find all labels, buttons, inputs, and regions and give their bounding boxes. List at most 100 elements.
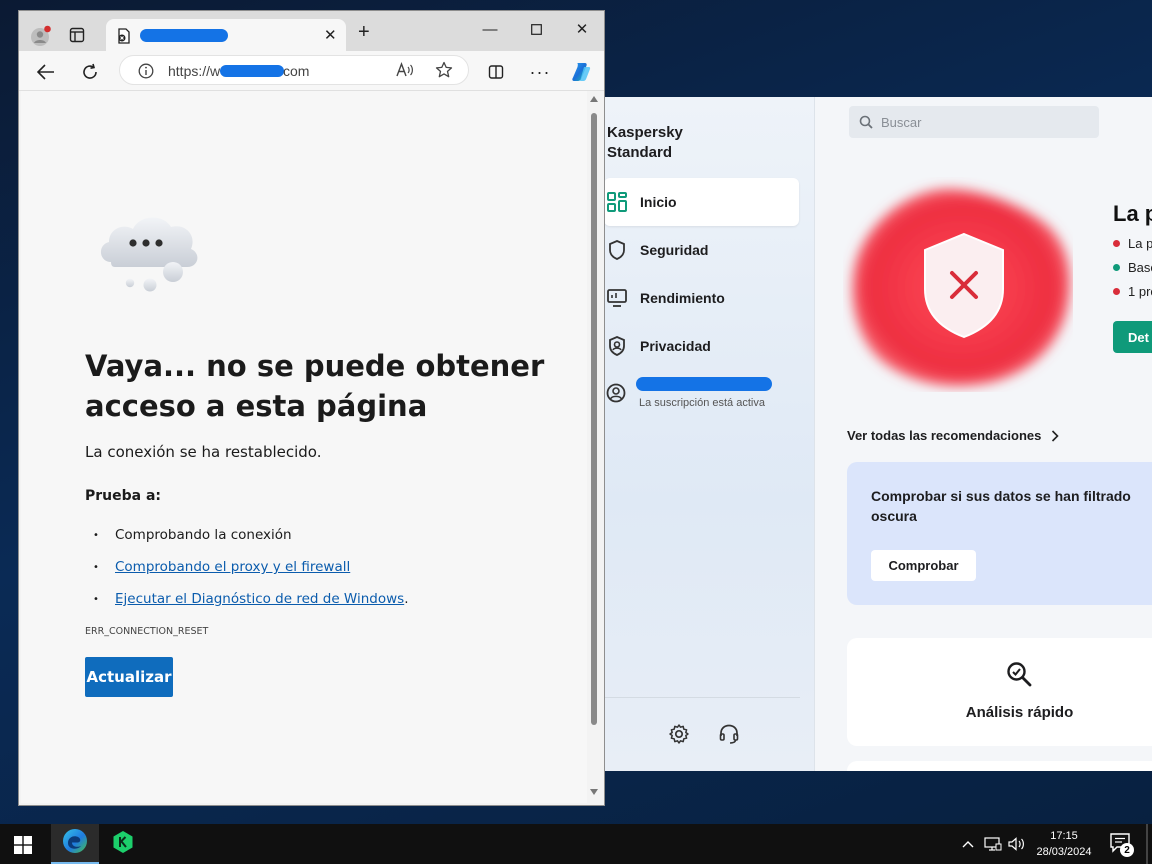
shield-icon — [606, 239, 628, 261]
proxy-firewall-link[interactable]: Comprobando el proxy y el firewall — [115, 559, 350, 575]
favorite-star-icon[interactable] — [435, 61, 453, 82]
error-heading: Vaya... no se puede obtener acceso a est… — [85, 349, 545, 423]
tab-active[interactable]: ✕ — [106, 19, 346, 51]
taskbar-edge-app[interactable] — [51, 824, 99, 864]
suggestion-text: Comprobando la conexión — [115, 527, 292, 543]
search-placeholder: Buscar — [881, 114, 922, 130]
data-leak-text: Comprobar si sus datos se han filtrado o… — [871, 488, 1131, 524]
redacted-account-name — [636, 377, 772, 391]
maximize-icon[interactable] — [513, 15, 559, 43]
edge-icon — [62, 828, 88, 859]
status-dot-green — [1113, 264, 1120, 271]
kaspersky-app-title: Kaspersky Standard — [607, 124, 683, 161]
nav-label-privacidad: Privacidad — [640, 338, 711, 354]
next-card — [847, 761, 1152, 771]
bullet: • — [93, 561, 99, 573]
notification-count-badge: 2 — [1120, 843, 1134, 857]
nav-item-inicio[interactable]: Inicio — [604, 178, 799, 226]
show-desktop-button[interactable] — [1146, 824, 1148, 864]
status-line-text: Base — [1128, 260, 1152, 275]
quick-scan-label: Análisis rápido — [965, 704, 1074, 721]
nav-item-rendimiento[interactable]: Rendimiento — [604, 274, 799, 322]
page-error-favicon-icon — [116, 28, 132, 49]
refresh-icon[interactable] — [79, 61, 101, 83]
try-label: Prueba a: — [85, 488, 162, 504]
tab-actions-icon[interactable] — [69, 27, 85, 48]
taskbar-kaspersky-app[interactable] — [99, 824, 147, 864]
clock[interactable]: 17:15 28/03/2024 — [1030, 828, 1098, 860]
new-tab-icon[interactable]: + — [358, 22, 370, 42]
error-subtitle: La conexión se ha restablecido. — [85, 443, 322, 461]
url-prefix: https://w — [168, 63, 221, 79]
privacy-shield-icon — [606, 335, 628, 357]
reload-button[interactable]: Actualizar — [85, 657, 173, 697]
monitor-icon — [606, 287, 628, 309]
list-item: • Ejecutar el Diagnóstico de red de Windo… — [93, 583, 409, 615]
split-screen-icon[interactable] — [485, 61, 507, 83]
status-dot-red — [1113, 240, 1120, 247]
nav-label-seguridad: Seguridad — [640, 242, 709, 258]
scrollbar-thumb[interactable] — [591, 113, 597, 725]
cloud-error-icon — [93, 207, 205, 302]
scroll-up-icon[interactable] — [590, 96, 598, 102]
status-dot-red — [1113, 288, 1120, 295]
settings-gear-icon[interactable] — [668, 723, 692, 747]
taskbar: 17:15 28/03/2024 2 — [0, 824, 1152, 864]
clock-time: 17:15 — [1050, 830, 1078, 842]
network-diagnostics-link[interactable]: Ejecutar el Diagnóstico de red de Window… — [115, 591, 404, 607]
tab-bar: ✕ + — ✕ — [19, 11, 604, 51]
tray-chevron-up-icon[interactable] — [962, 836, 974, 851]
nav-label-rendimiento: Rendimiento — [640, 290, 725, 306]
recommendations-link[interactable]: Ver todas las recomendaciones — [847, 428, 1060, 443]
account-item[interactable]: La suscripción está activa — [604, 375, 799, 415]
status-line-text: La p — [1128, 236, 1152, 251]
vertical-scrollbar[interactable] — [587, 91, 602, 803]
data-leak-card: Comprobar si sus datos se han filtrado o… — [847, 462, 1152, 605]
check-button[interactable]: Comprobar — [871, 550, 976, 581]
error-code: ERR_CONNECTION_RESET — [85, 626, 209, 637]
redacted-tab-title — [140, 29, 228, 42]
trailing-period: . — [404, 591, 409, 607]
scroll-down-icon[interactable] — [590, 789, 598, 795]
status-line-text: 1 pro — [1128, 284, 1152, 299]
scan-magnifier-icon — [1005, 660, 1033, 693]
volume-icon[interactable] — [1008, 836, 1026, 855]
notification-center-icon[interactable]: 2 — [1110, 833, 1134, 858]
search-box[interactable]: Buscar — [849, 106, 1099, 138]
list-item: • Comprobando la conexión — [93, 519, 409, 551]
bullet: • — [93, 529, 99, 541]
nav-item-seguridad[interactable]: Seguridad — [604, 226, 799, 274]
support-headset-icon[interactable] — [718, 723, 742, 747]
nav-label-inicio: Inicio — [640, 194, 677, 210]
back-arrow-icon[interactable] — [35, 61, 57, 83]
kaspersky-window: Kaspersky Standard Inicio Seguridad Rend… — [560, 97, 1152, 771]
status-line: Base — [1113, 260, 1152, 275]
site-info-icon[interactable] — [138, 63, 154, 82]
subscription-status: La suscripción está activa — [639, 397, 765, 409]
profile-avatar-icon[interactable] — [31, 25, 51, 52]
address-bar[interactable]: https://w com — [119, 55, 469, 85]
edge-window: ✕ + — ✕ https://w com ··· Vaya... no se … — [18, 10, 605, 806]
dashboard-icon — [606, 191, 628, 213]
network-icon[interactable] — [984, 836, 1002, 855]
kaspersky-icon — [111, 830, 135, 859]
status-line: 1 pro — [1113, 284, 1152, 299]
quick-scan-card[interactable]: Análisis rápido — [847, 638, 1152, 746]
search-icon — [859, 115, 873, 129]
read-aloud-icon[interactable] — [396, 62, 414, 81]
address-toolbar: https://w com ··· — [19, 51, 604, 91]
list-item: • Comprobando el proxy y el firewall — [93, 551, 409, 583]
close-window-icon[interactable]: ✕ — [559, 15, 604, 43]
redacted-url — [220, 65, 284, 77]
nav-item-privacidad[interactable]: Privacidad — [604, 322, 799, 370]
status-line: La p — [1113, 236, 1152, 251]
protection-status-title: La p — [1113, 201, 1152, 226]
close-tab-icon[interactable]: ✕ — [324, 26, 337, 44]
error-page: Vaya... no se puede obtener acceso a est… — [21, 91, 587, 803]
windows-start-icon[interactable] — [14, 836, 32, 859]
copilot-icon[interactable] — [570, 61, 592, 83]
more-options-icon[interactable]: ··· — [529, 61, 551, 83]
details-button[interactable]: Det — [1113, 321, 1152, 353]
chevron-right-icon — [1052, 429, 1060, 442]
minimize-icon[interactable]: — — [467, 15, 513, 43]
